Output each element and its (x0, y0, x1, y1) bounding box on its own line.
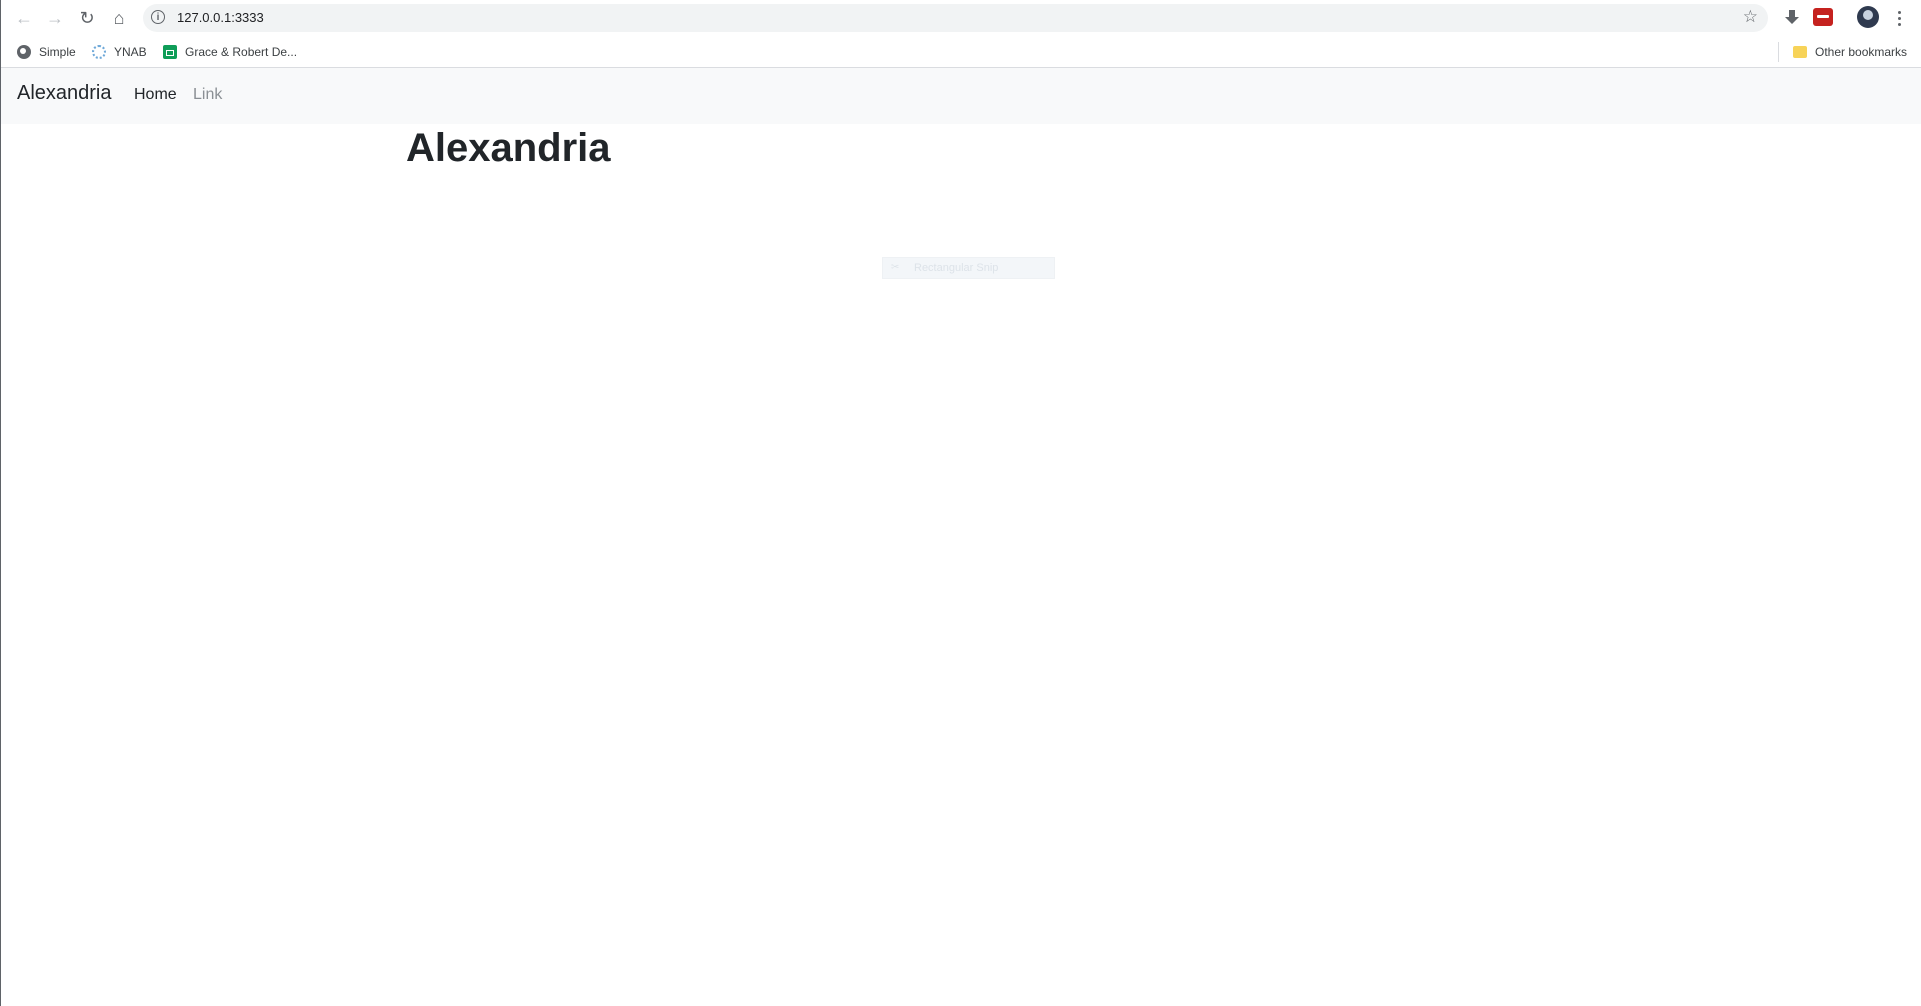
globe-icon (17, 45, 31, 59)
url-text[interactable]: 127.0.0.1:3333 (177, 10, 264, 25)
menu-icon[interactable] (1889, 7, 1909, 29)
nav-link-link[interactable]: Link (193, 86, 222, 104)
site-info-icon[interactable]: i (151, 10, 165, 24)
bookmark-label: Simple (39, 45, 76, 59)
nav-home-link[interactable]: Home (134, 86, 177, 104)
profile-avatar[interactable] (1857, 6, 1879, 28)
browser-window: ← → ↻ ⌂ i 127.0.0.1:3333 ☆ Simple YNAB G… (0, 0, 1921, 1006)
navbar-brand[interactable]: Alexandria (17, 82, 112, 105)
page-title: Alexandria (406, 126, 611, 170)
download-icon[interactable] (1781, 7, 1803, 29)
sheets-icon (163, 45, 177, 59)
snip-icon: ✂ (891, 262, 900, 273)
forward-icon[interactable]: → (42, 5, 68, 31)
other-bookmarks[interactable]: Other bookmarks (1793, 42, 1907, 62)
browser-toolbar: ← → ↻ ⌂ i 127.0.0.1:3333 ☆ (1, 0, 1921, 37)
bookmark-ynab[interactable]: YNAB (92, 42, 147, 62)
bookmark-label: YNAB (114, 45, 147, 59)
address-bar[interactable]: i 127.0.0.1:3333 ☆ (143, 4, 1768, 32)
home-icon[interactable]: ⌂ (106, 5, 132, 31)
reload-icon[interactable]: ↻ (74, 5, 100, 31)
other-bookmarks-label: Other bookmarks (1815, 45, 1908, 59)
back-icon[interactable]: ← (11, 5, 37, 31)
bookmarks-bar: Simple YNAB Grace & Robert De... Other b… (1, 37, 1921, 68)
snip-label: Rectangular Snip (914, 262, 999, 274)
bookmark-label: Grace & Robert De... (185, 45, 298, 59)
bookmark-grace-robert[interactable]: Grace & Robert De... (163, 42, 297, 62)
bookmarks-divider (1778, 42, 1779, 62)
ynab-icon (92, 45, 106, 59)
site-navbar: Alexandria Home Link (1, 68, 1921, 124)
bookmark-simple[interactable]: Simple (17, 42, 76, 62)
extension-icon[interactable] (1813, 8, 1833, 26)
rectangular-snip-overlay[interactable]: ✂ Rectangular Snip (882, 257, 1055, 279)
folder-icon (1793, 46, 1807, 58)
bookmark-star-icon[interactable]: ☆ (1743, 7, 1758, 27)
